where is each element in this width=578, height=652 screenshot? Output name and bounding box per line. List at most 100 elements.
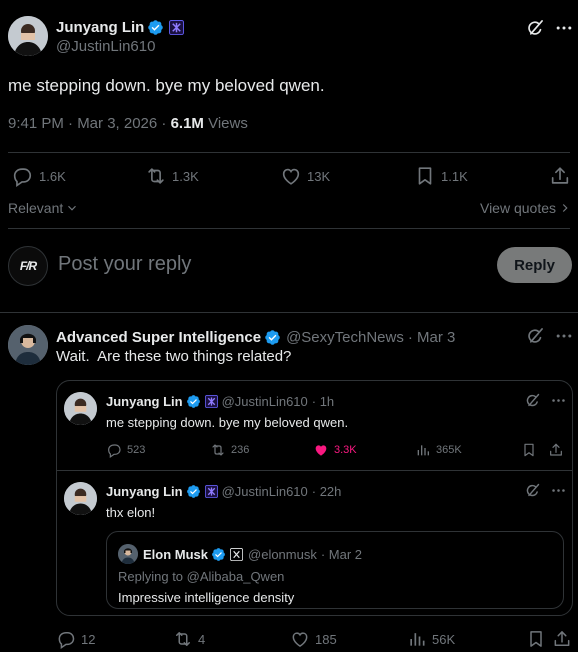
reply-header: Advanced Super Intelligence @SexyTechNew… <box>56 327 455 347</box>
reply-icon <box>56 629 76 649</box>
reply-bookmark-button[interactable] <box>526 629 546 649</box>
reply-button[interactable]: 1.6K <box>11 165 66 187</box>
quote2-avatar[interactable] <box>64 482 97 515</box>
nested-quote-avatar[interactable] <box>118 544 138 564</box>
reply-input[interactable]: Post your reply <box>58 253 191 276</box>
user-avatar[interactable]: F/R <box>8 246 48 286</box>
grok-icon[interactable] <box>525 18 545 43</box>
quote2-author-handle[interactable]: @JustinLin610 <box>222 484 308 499</box>
reply-share-button[interactable] <box>552 629 572 649</box>
grok-icon[interactable] <box>524 482 541 504</box>
like-icon <box>290 629 310 649</box>
divider <box>0 312 578 313</box>
more-icon[interactable] <box>554 326 574 351</box>
share-icon <box>548 442 564 458</box>
views-icon <box>415 442 431 458</box>
reply-like-button[interactable]: 185 <box>290 629 337 649</box>
bookmark-icon <box>526 629 546 649</box>
nested-author-handle[interactable]: @elonmusk <box>248 547 317 562</box>
bookmark-count: 1.1K <box>441 168 468 184</box>
verified-icon <box>186 484 201 499</box>
post-text: me stepping down. bye my beloved qwen. <box>8 76 325 95</box>
divider <box>8 152 570 153</box>
repost-icon <box>173 629 193 649</box>
author-avatar[interactable] <box>8 16 48 56</box>
reply-text: Wait. Are these two things related? <box>56 348 292 365</box>
like-icon <box>280 165 302 187</box>
bookmark-button[interactable]: 1.1K <box>414 165 468 187</box>
bookmark-icon <box>414 165 436 187</box>
quote1-share-button[interactable] <box>548 442 564 458</box>
quote1-bookmark-button[interactable] <box>521 442 537 458</box>
org-badge-icon[interactable] <box>169 20 184 35</box>
quote1-date[interactable]: · 1h <box>312 394 334 409</box>
sort-dropdown[interactable]: Relevant <box>8 200 79 216</box>
quote1-repost-count: 236 <box>231 444 250 456</box>
user-avatar-logo: F/R <box>19 259 37 273</box>
verified-icon <box>211 547 226 562</box>
views-icon <box>407 629 427 649</box>
reply-author-handle[interactable]: @SexyTechNews <box>286 329 404 346</box>
quote1-author-handle[interactable]: @JustinLin610 <box>222 394 308 409</box>
divider <box>8 228 570 229</box>
views-label: Views <box>208 115 248 132</box>
post-time[interactable]: 9:41 PM · Mar 3, 2026 · <box>8 115 171 132</box>
reply-repost-button[interactable]: 4 <box>173 629 205 649</box>
quote1-like-count: 3.3K <box>334 444 357 456</box>
quote1-views-count: 365K <box>436 444 462 456</box>
nested-author-name[interactable]: Elon Musk <box>143 547 208 562</box>
reply-like-count: 185 <box>315 631 337 647</box>
author-handle[interactable]: @JustinLin610 <box>56 38 155 55</box>
like-button[interactable]: 13K <box>280 165 330 187</box>
quote2-header: Junyang Lin @JustinLin610 · 22h <box>106 483 341 499</box>
reply-repost-count: 4 <box>198 631 206 647</box>
bookmark-icon <box>521 442 537 458</box>
view-quotes-link[interactable]: View quotes <box>480 200 572 216</box>
share-button[interactable] <box>549 165 571 187</box>
quote1-text: me stepping down. bye my beloved qwen. <box>106 415 349 430</box>
verified-icon[interactable] <box>147 19 164 36</box>
repost-icon <box>145 165 167 187</box>
author-name[interactable]: Junyang Lin <box>56 19 144 36</box>
quote1-like-button[interactable]: 3.3K <box>313 442 357 458</box>
verified-icon[interactable] <box>264 329 281 346</box>
grok-icon[interactable] <box>525 326 545 351</box>
repost-icon <box>210 442 226 458</box>
quote2-date[interactable]: · 22h <box>312 484 342 499</box>
more-icon[interactable] <box>554 18 574 43</box>
reply-author-avatar[interactable] <box>8 325 48 365</box>
chevron-down-icon <box>65 201 79 215</box>
reply-submit-button[interactable]: Reply <box>497 247 572 283</box>
like-icon <box>313 442 329 458</box>
nested-quote-header: Elon Musk @elonmusk · Mar 2 <box>143 546 362 562</box>
quote1-header: Junyang Lin @JustinLin610 · 1h <box>106 393 334 409</box>
more-icon[interactable] <box>550 392 567 414</box>
quote1-repost-button[interactable]: 236 <box>210 442 249 458</box>
reply-reply-button[interactable]: 12 <box>56 629 95 649</box>
quote1-reply-button[interactable]: 523 <box>106 442 145 458</box>
repost-button[interactable]: 1.3K <box>145 165 199 187</box>
reply-icon <box>106 442 122 458</box>
reply-views-count: 56K <box>432 631 456 647</box>
divider <box>57 470 572 471</box>
chevron-right-icon <box>558 201 572 215</box>
nested-text: Impressive intelligence density <box>118 590 295 605</box>
repost-count: 1.3K <box>172 168 199 184</box>
org-badge-icon <box>205 395 218 408</box>
reply-count: 1.6K <box>39 168 66 184</box>
quote1-views-button[interactable]: 365K <box>415 442 462 458</box>
quote1-avatar[interactable] <box>64 392 97 425</box>
grok-icon[interactable] <box>524 392 541 414</box>
reply-author-name[interactable]: Advanced Super Intelligence <box>56 329 261 346</box>
org-badge-icon <box>205 485 218 498</box>
quote2-author-name[interactable]: Junyang Lin <box>106 484 183 499</box>
reply-date[interactable]: · Mar 3 <box>408 329 456 346</box>
nested-date[interactable]: · Mar 2 <box>321 547 362 562</box>
author-name-row: Junyang Lin <box>56 17 184 37</box>
like-count: 13K <box>307 168 331 184</box>
x-badge-icon <box>230 548 243 561</box>
nested-replying-to[interactable]: Replying to @Alibaba_Qwen <box>118 569 284 584</box>
more-icon[interactable] <box>550 482 567 504</box>
reply-views-button[interactable]: 56K <box>407 629 455 649</box>
quote1-author-name[interactable]: Junyang Lin <box>106 394 183 409</box>
